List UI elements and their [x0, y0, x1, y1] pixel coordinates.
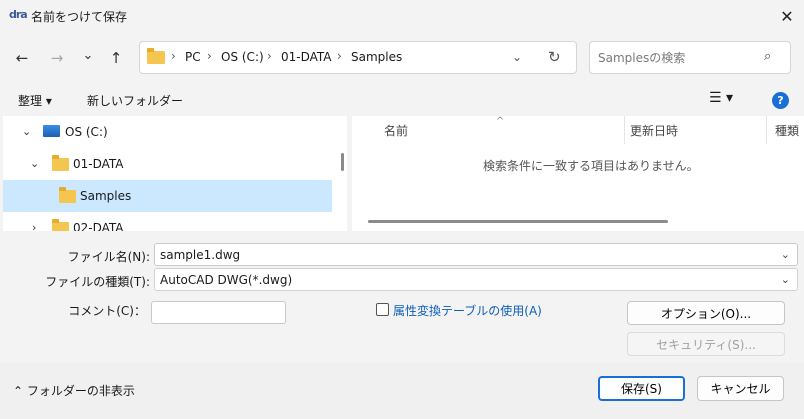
options-button[interactable]: オプション(O)... — [627, 301, 785, 325]
forward-button[interactable]: → — [44, 45, 70, 71]
title-bar: dra 名前をつけて保存 ✕ — [0, 0, 804, 32]
back-button[interactable]: ← — [9, 45, 35, 71]
arrow-up-icon: ↑ — [109, 49, 123, 67]
tree-item-02-data[interactable]: › 02-DATA — [3, 212, 332, 231]
close-icon: ✕ — [780, 6, 794, 26]
comment-field[interactable] — [151, 301, 286, 324]
comment-label: コメント(C)： — [68, 304, 146, 318]
empty-list-message: 検索条件に一致する項目はありません。 — [483, 159, 699, 173]
search-icon[interactable]: ⌕ — [764, 49, 771, 64]
folder-icon — [59, 187, 76, 203]
folder-icon — [52, 155, 69, 171]
file-list[interactable]: ^ 名前 更新日時 種類 検索条件に一致する項目はありません。 — [352, 116, 804, 231]
breadcrumb-separator: › — [207, 49, 212, 63]
list-horizontal-scrollbar[interactable] — [368, 220, 668, 223]
view-options-icon[interactable]: ☰ ▾ — [709, 90, 733, 106]
security-button[interactable]: セキュリティ(S)... — [627, 332, 785, 356]
chevron-down-icon[interactable]: ⌄ — [781, 248, 790, 261]
navigation-tree[interactable]: ⌄ OS (C:) ⌄ 01-DATA Samples › 02-DATA — [3, 116, 347, 231]
tree-item-label: OS (C:) — [65, 125, 108, 139]
filename-value[interactable]: sample1.dwg — [160, 248, 240, 262]
tree-scrollbar[interactable] — [341, 153, 344, 171]
filename-field[interactable]: sample1.dwg ⌄ — [154, 243, 798, 266]
filetype-value: AutoCAD DWG(*.dwg) — [160, 273, 293, 287]
tree-item-samples[interactable]: Samples — [3, 180, 332, 212]
attribute-table-checkbox[interactable] — [376, 303, 389, 316]
tree-item-label: 01-DATA — [73, 157, 124, 171]
breadcrumb-os-c[interactable]: OS (C:) — [221, 50, 264, 64]
chevron-right-icon[interactable]: › — [32, 221, 36, 231]
refresh-icon[interactable]: ↻ — [548, 48, 561, 66]
chevron-down-icon[interactable]: ⌄ — [30, 157, 39, 170]
search-input[interactable] — [598, 49, 758, 67]
cancel-button[interactable]: キャンセル — [697, 376, 784, 401]
chevron-down-icon: ⌄ — [82, 47, 94, 63]
filename-label: ファイル名(N): — [67, 250, 150, 264]
recent-locations-button[interactable]: ⌄ — [75, 42, 101, 68]
column-divider[interactable] — [766, 116, 767, 144]
breadcrumb-pc[interactable]: PC — [185, 50, 201, 64]
sort-indicator-icon: ^ — [496, 116, 505, 127]
arrow-left-icon: ← — [15, 49, 29, 67]
folder-icon — [147, 48, 165, 64]
window-title: 名前をつけて保存 — [31, 10, 128, 24]
breadcrumb-samples[interactable]: Samples — [351, 50, 402, 64]
breadcrumb-01-data[interactable]: 01-DATA — [281, 50, 332, 64]
dialog-footer: ⌃ フォルダーの非表示 保存(S) キャンセル — [0, 362, 804, 419]
new-folder-button[interactable]: 新しいフォルダー — [87, 92, 183, 109]
app-logo-icon: dra — [9, 8, 28, 21]
save-button[interactable]: 保存(S) — [598, 376, 685, 401]
filetype-select[interactable]: AutoCAD DWG(*.dwg) ⌄ — [154, 268, 798, 291]
tree-item-label: Samples — [80, 189, 132, 203]
organize-button[interactable]: 整理 ▾ — [18, 92, 52, 109]
column-header-name[interactable]: 名前 — [384, 122, 408, 139]
tree-item-os-c[interactable]: ⌄ OS (C:) — [3, 116, 332, 148]
address-bar[interactable]: › PC › OS (C:) › 01-DATA › Samples ⌄ ↻ — [139, 41, 577, 74]
column-divider[interactable] — [624, 116, 625, 144]
chevron-down-icon[interactable]: ⌄ — [781, 273, 790, 286]
search-box[interactable]: ⌕ — [589, 41, 791, 74]
breadcrumb-separator: › — [171, 49, 176, 63]
folder-icon — [52, 219, 69, 231]
address-dropdown-icon[interactable]: ⌄ — [512, 50, 522, 64]
column-header-modified[interactable]: 更新日時 — [630, 122, 678, 139]
tree-item-01-data[interactable]: ⌄ 01-DATA — [3, 148, 332, 180]
up-button[interactable]: ↑ — [103, 45, 129, 71]
hide-folders-toggle[interactable]: ⌃ フォルダーの非表示 — [13, 382, 135, 399]
help-icon[interactable]: ? — [772, 92, 789, 109]
close-button[interactable]: ✕ — [770, 0, 804, 32]
column-header-type[interactable]: 種類 — [775, 122, 799, 139]
breadcrumb-separator: › — [337, 49, 342, 63]
toolbar: 整理 ▾ 新しいフォルダー ☰ ▾ ? — [0, 88, 804, 114]
drive-icon — [43, 125, 60, 137]
breadcrumb-separator: › — [267, 49, 272, 63]
filetype-label: ファイルの種類(T): — [45, 275, 150, 289]
chevron-down-icon[interactable]: ⌄ — [22, 125, 31, 138]
arrow-right-icon: → — [50, 49, 64, 67]
attribute-table-label[interactable]: 属性変換テーブルの使用(A) — [393, 302, 542, 319]
tree-item-label: 02-DATA — [73, 221, 124, 231]
